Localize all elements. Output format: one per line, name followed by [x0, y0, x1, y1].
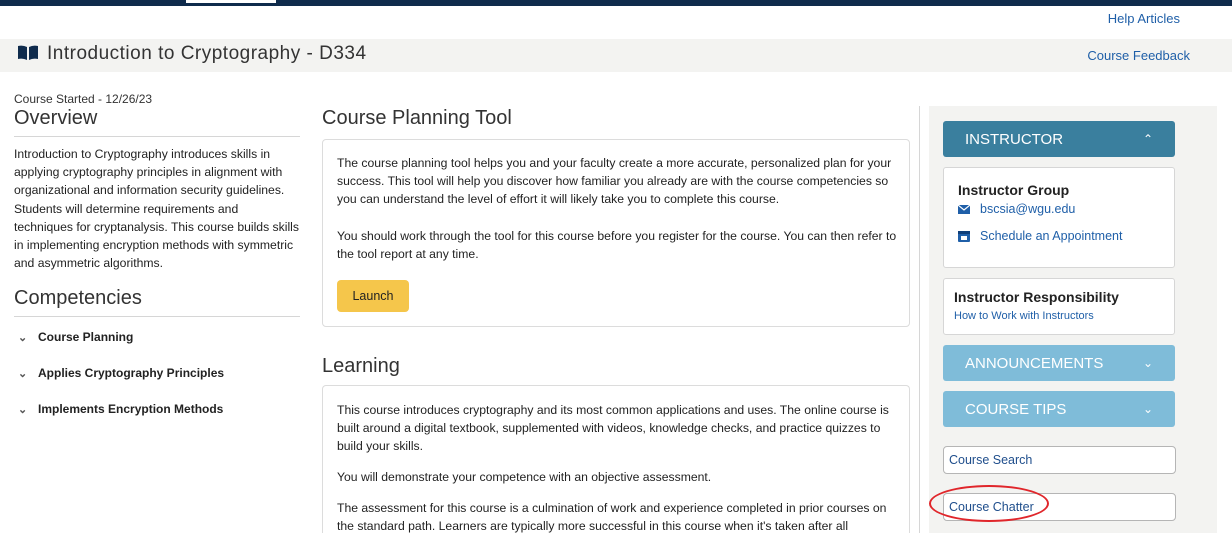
chevron-down-icon: ⌄: [18, 331, 28, 344]
chevron-down-icon: ⌄: [18, 403, 28, 416]
announcements-header-label: ANNOUNCEMENTS: [965, 354, 1104, 372]
page-title: Introduction to Cryptography - D334: [47, 43, 367, 64]
competencies-heading: Competencies: [14, 287, 142, 309]
course-search-label: Course Search: [949, 453, 1033, 467]
planning-tool-description: The course planning tool helps you and y…: [337, 156, 892, 207]
course-feedback-link[interactable]: Course Feedback: [1087, 48, 1190, 63]
help-articles-link[interactable]: Help Articles: [1108, 11, 1180, 26]
competency-item-course-planning[interactable]: ⌄ Course Planning: [18, 330, 133, 344]
how-to-work-with-instructors-link[interactable]: How to Work with Instructors: [954, 310, 1094, 322]
instructor-group-title: Instructor Group: [958, 182, 1070, 198]
instructor-accordion-header[interactable]: INSTRUCTOR ⌃: [943, 121, 1175, 157]
learning-assessment-detail: The assessment for this course is a culm…: [337, 501, 887, 533]
active-nav-tab-indicator[interactable]: [186, 0, 276, 3]
competencies-divider: [14, 316, 300, 317]
learning-heading: Learning: [322, 355, 400, 377]
competency-label: Applies Cryptography Principles: [38, 366, 225, 380]
learning-card: This course introduces cryptography and …: [322, 385, 910, 533]
competency-item-applies-cryptography[interactable]: ⌄ Applies Cryptography Principles: [18, 366, 224, 380]
schedule-appointment-text: Schedule an Appointment: [980, 229, 1123, 243]
planning-tool-heading: Course Planning Tool: [322, 107, 512, 129]
schedule-appointment-link[interactable]: Schedule an Appointment: [958, 229, 1122, 243]
top-nav-bar: [0, 0, 1232, 6]
envelope-icon: [958, 204, 970, 214]
column-divider: [919, 106, 920, 533]
course-started-date: Course Started - 12/26/23: [14, 92, 153, 106]
instructor-group-card: Instructor Group bscsia@wgu.edu Schedule…: [943, 167, 1175, 268]
course-search-button[interactable]: Course Search: [943, 446, 1176, 474]
instructor-responsibility-title: Instructor Responsibility: [954, 289, 1119, 305]
overview-description: Introduction to Cryptography introduces …: [14, 147, 299, 271]
chevron-down-icon: ⌄: [18, 367, 28, 380]
instructor-responsibility-card: Instructor Responsibility How to Work wi…: [943, 278, 1175, 335]
competency-item-implements-encryption[interactable]: ⌄ Implements Encryption Methods: [18, 402, 223, 416]
course-tips-header-label: COURSE TIPS: [965, 400, 1067, 418]
book-icon: [18, 45, 38, 60]
calendar-icon: [958, 231, 970, 242]
chevron-down-icon: ⌄: [1142, 356, 1153, 370]
planning-tool-card: The course planning tool helps you and y…: [322, 139, 910, 327]
competency-label: Course Planning: [38, 330, 134, 344]
announcements-accordion-header[interactable]: ANNOUNCEMENTS ⌄: [943, 345, 1175, 381]
planning-tool-instructions: You should work through the tool for thi…: [337, 229, 897, 262]
overview-divider: [14, 136, 300, 137]
launch-button[interactable]: Launch: [337, 280, 409, 312]
competency-label: Implements Encryption Methods: [38, 402, 224, 416]
instructor-email-link[interactable]: bscsia@wgu.edu: [958, 202, 1075, 216]
instructor-email-text: bscsia@wgu.edu: [980, 202, 1076, 216]
instructor-header-label: INSTRUCTOR: [965, 130, 1064, 148]
overview-heading: Overview: [14, 107, 98, 129]
chevron-down-icon: ⌄: [1142, 402, 1153, 416]
annotation-circle: [929, 485, 1049, 522]
learning-description: This course introduces cryptography and …: [337, 403, 889, 454]
chevron-up-icon: ⌃: [1142, 132, 1153, 146]
learning-assessment-note: You will demonstrate your competence wit…: [337, 470, 712, 484]
course-tips-accordion-header[interactable]: COURSE TIPS ⌄: [943, 391, 1175, 427]
